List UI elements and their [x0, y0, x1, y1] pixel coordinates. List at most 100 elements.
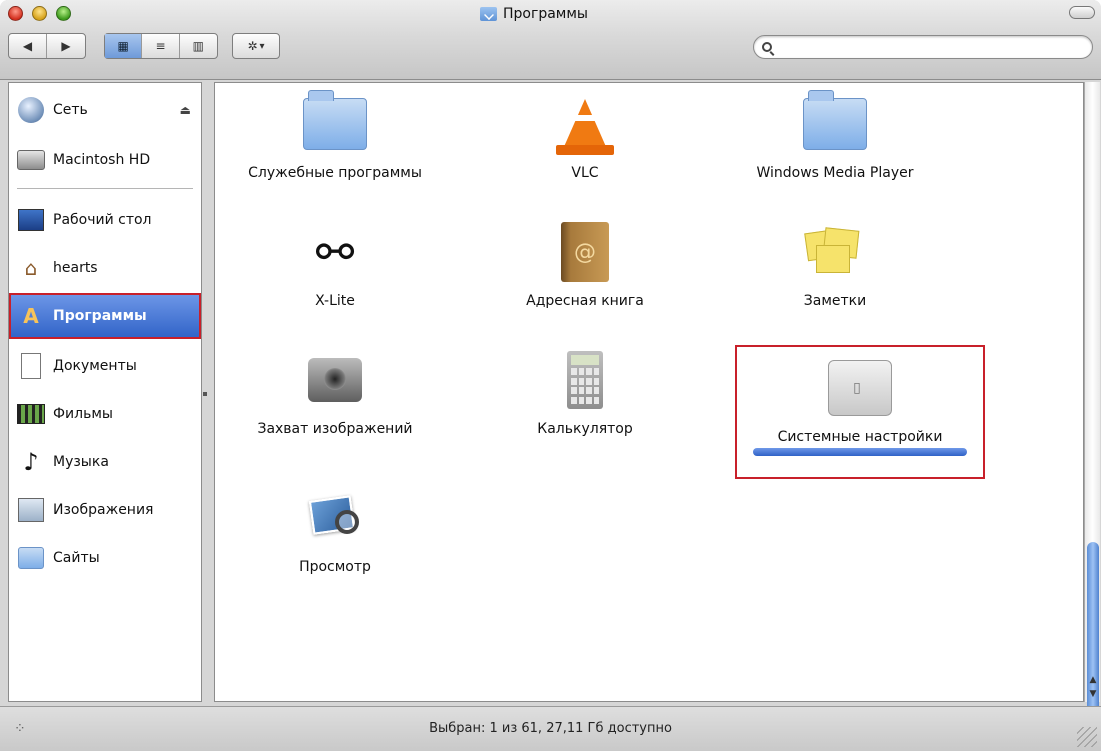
list-view-button[interactable]: ≡	[142, 34, 180, 58]
window-title-text: Программы	[503, 6, 588, 22]
status-text: Выбран: 1 из 61, 27,11 Гб доступно	[429, 721, 672, 736]
sidebar: Сеть ⏏ Macintosh HD Рабочий стол ⌂ heart…	[8, 82, 202, 702]
home-icon: ⌂	[24, 256, 38, 280]
app-calculator[interactable]: Калькулятор	[465, 345, 705, 455]
sidebar-item-label: Фильмы	[53, 406, 113, 422]
app-x-lite[interactable]: ⚯ X-Lite	[215, 217, 455, 327]
app-label: X-Lite	[315, 293, 355, 309]
file-browser: Служебные программы VLC Windows Media Pl…	[214, 82, 1084, 702]
sidebar-item-applications[interactable]: A Программы	[9, 293, 201, 339]
sidebar-splitter[interactable]	[202, 82, 208, 702]
icon-view-button[interactable]: ▦	[105, 34, 143, 58]
vertical-scrollbar[interactable]: ▲ ▼	[1084, 82, 1100, 751]
window-title: Программы	[480, 4, 588, 24]
zoom-button[interactable]	[56, 6, 71, 21]
sidebar-item-label: Программы	[53, 308, 147, 324]
title-bar: Программы ◀ ▶ ▦ ≡ ▥ ✲ ▾	[0, 0, 1101, 80]
sidebar-item-pictures[interactable]: Изображения	[9, 487, 201, 533]
finder-window: Программы ◀ ▶ ▦ ≡ ▥ ✲ ▾ Сеть ⏏ Macintosh…	[0, 0, 1101, 751]
scroll-down-arrow-icon[interactable]: ▼	[1087, 688, 1099, 700]
utilities-folder-icon	[300, 89, 370, 159]
scroll-up-arrow-icon[interactable]: ▲	[1087, 674, 1099, 686]
toolbar-toggle-button[interactable]	[1069, 6, 1095, 19]
sidebar-item-label: hearts	[53, 260, 98, 276]
desktop-icon	[17, 206, 45, 234]
app-label: Захват изображений	[257, 421, 413, 437]
preview-icon	[300, 483, 370, 553]
sidebar-item-label: Macintosh HD	[53, 152, 151, 168]
app-label: Просмотр	[299, 559, 371, 575]
icon-view-icon: ▦	[117, 39, 129, 53]
sidebar-item-desktop[interactable]: Рабочий стол	[9, 197, 201, 243]
stickies-icon	[800, 217, 870, 287]
app-image-capture[interactable]: Захват изображений	[215, 345, 455, 455]
app-address-book[interactable]: @ Адресная книга	[465, 217, 705, 327]
search-field[interactable]	[753, 35, 1093, 59]
globe-icon	[17, 96, 45, 124]
xlite-icon: ⚯	[315, 225, 355, 279]
minimize-button[interactable]	[32, 6, 47, 21]
app-label: Заметки	[803, 293, 867, 309]
selection-highlight	[753, 448, 967, 456]
status-bar: ⁘ Выбран: 1 из 61, 27,11 Гб доступно	[0, 706, 1101, 751]
app-system-preferences[interactable]: ▯ Системные настройки	[735, 345, 985, 479]
calculator-icon	[550, 345, 620, 415]
app-label: Системные настройки	[777, 429, 943, 445]
address-book-icon: @	[550, 217, 620, 287]
close-button[interactable]	[8, 6, 23, 21]
window-resize-handle-icon[interactable]	[1077, 727, 1097, 747]
eject-icon[interactable]: ⏏	[180, 103, 191, 117]
sidebar-item-movies[interactable]: Фильмы	[9, 391, 201, 437]
list-view-icon: ≡	[155, 39, 166, 53]
sidebar-item-network[interactable]: Сеть ⏏	[9, 87, 201, 133]
back-forward-control: ◀ ▶	[8, 33, 86, 59]
sites-folder-icon	[17, 544, 45, 572]
sidebar-item-label: Изображения	[53, 502, 154, 518]
column-view-icon: ▥	[192, 39, 205, 53]
app-label: Служебные программы	[248, 165, 422, 181]
sidebar-item-documents[interactable]: Документы	[9, 343, 201, 389]
image-capture-icon	[300, 345, 370, 415]
app-label: Адресная книга	[526, 293, 644, 309]
app-windows-media-player[interactable]: Windows Media Player	[715, 89, 955, 199]
hard-drive-icon	[17, 146, 45, 174]
vlc-cone-icon	[550, 89, 620, 159]
applications-icon: A	[23, 304, 39, 328]
applications-folder-icon	[480, 7, 497, 21]
system-preferences-icon: ▯	[825, 353, 895, 423]
action-menu-inner: ✲ ▾	[233, 34, 279, 58]
picture-icon	[17, 496, 45, 524]
sidebar-item-label: Документы	[53, 358, 137, 374]
back-arrow-icon: ◀	[22, 39, 33, 53]
app-utilities[interactable]: Служебные программы	[215, 89, 455, 199]
sidebar-divider	[17, 188, 193, 189]
action-menu-button[interactable]: ✲ ▾	[232, 33, 280, 59]
sidebar-item-macintosh-hd[interactable]: Macintosh HD	[9, 137, 201, 183]
app-vlc[interactable]: VLC	[465, 89, 705, 199]
sidebar-item-sites[interactable]: Сайты	[9, 535, 201, 581]
app-preview[interactable]: Просмотр	[215, 483, 455, 593]
film-icon	[17, 400, 45, 428]
sidebar-item-label: Рабочий стол	[53, 212, 152, 228]
music-icon: ♪	[23, 448, 39, 476]
document-icon	[17, 352, 45, 380]
view-mode-control: ▦ ≡ ▥	[104, 33, 218, 59]
sidebar-item-label: Сайты	[53, 550, 100, 566]
splitter-grip-icon	[203, 392, 207, 396]
forward-button[interactable]: ▶	[47, 34, 85, 58]
app-label: VLC	[571, 165, 599, 181]
search-input[interactable]	[778, 40, 1078, 54]
sidebar-item-home[interactable]: ⌂ hearts	[9, 245, 201, 291]
app-label: Калькулятор	[537, 421, 633, 437]
sidebar-item-label: Музыка	[53, 454, 109, 470]
folder-icon	[800, 89, 870, 159]
gear-icon: ✲	[247, 39, 258, 53]
sidebar-item-music[interactable]: ♪ Музыка	[9, 439, 201, 485]
column-view-button[interactable]: ▥	[180, 34, 217, 58]
app-label: Windows Media Player	[756, 165, 914, 181]
app-stickies[interactable]: Заметки	[715, 217, 955, 327]
back-button[interactable]: ◀	[9, 34, 47, 58]
search-icon	[762, 42, 772, 52]
forward-arrow-icon: ▶	[61, 39, 71, 53]
chevron-down-icon: ▾	[259, 40, 265, 52]
